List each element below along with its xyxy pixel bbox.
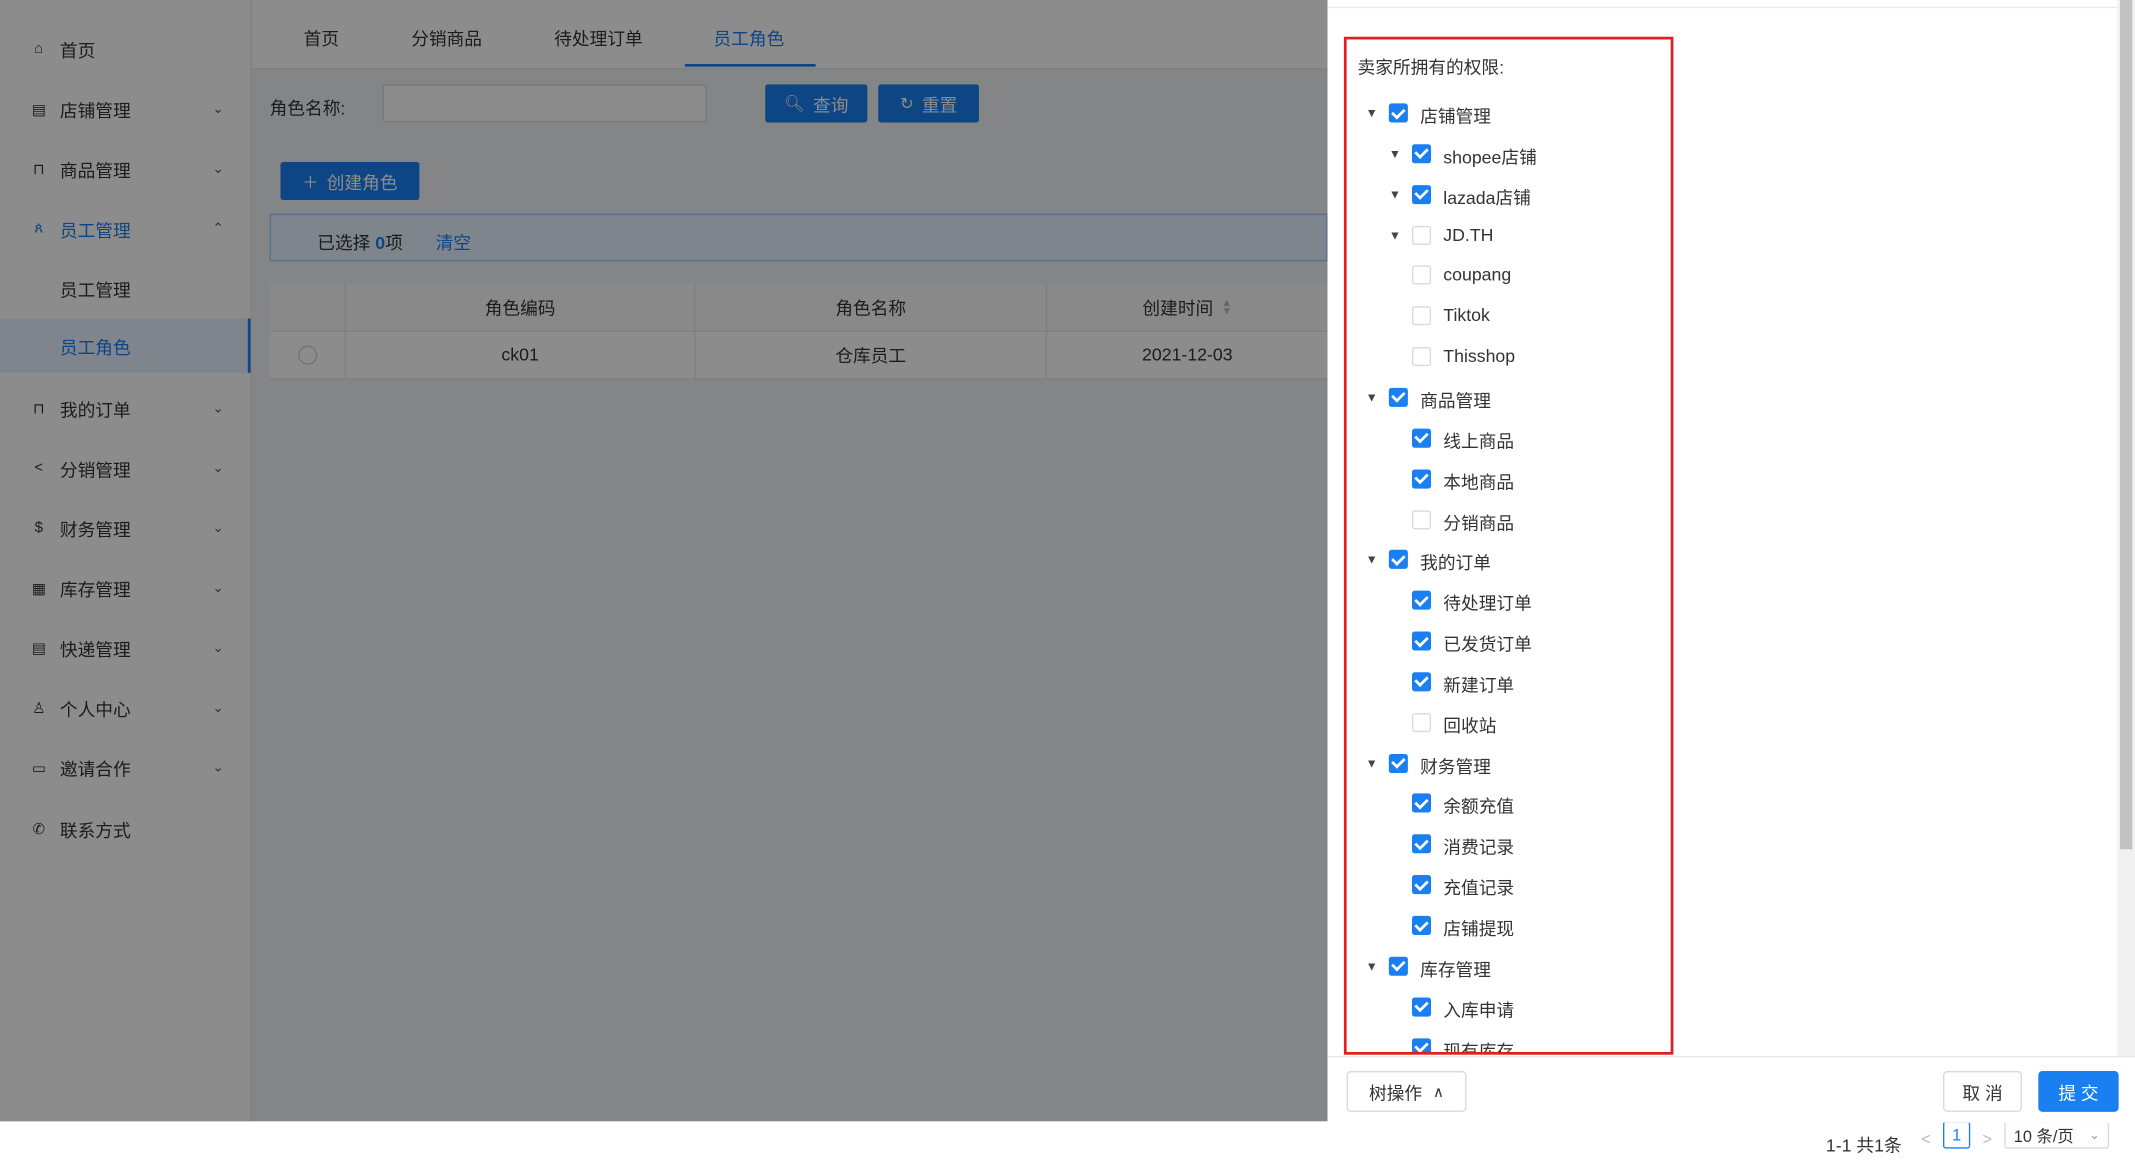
drawer-header-divider [1327,6,2119,9]
tree-node-label: 已发货订单 [1443,634,1532,655]
permission-checkbox[interactable] [1411,428,1432,448]
tree-node-label: 新建订单 [1443,674,1515,696]
tree-node-label: 消费记录 [1443,837,1515,858]
caret-down-icon[interactable]: ▼ [1366,756,1378,770]
permission-checkbox[interactable] [1388,103,1408,123]
pagination-bar: 1-1 共1条 < 1 > 10 条/页 ⌄ [251,1121,2135,1169]
pagination-total: 1-1 共1条 [1825,1134,1902,1156]
tree-node-child[interactable]: 余额充值 [1347,789,1671,819]
permission-checkbox[interactable] [1411,915,1432,935]
drawer-scrollbar[interactable] [2117,0,2135,1057]
tree-node-label: JD.TH [1443,223,1494,245]
tree-node-label: 店铺提现 [1443,918,1515,940]
permission-checkbox[interactable] [1388,956,1408,976]
tree-node-label: 现有库存 [1443,1040,1515,1055]
tree-node-label: Tiktok [1443,305,1490,326]
permission-drawer: 卖家所拥有的权限: ▼ 店铺管理 ▼ shopee店铺 ▼ lazada店铺 ▼ JD.TH c… [1327,0,2135,1123]
tree-node-child[interactable]: ▼ shopee店铺 [1347,139,1671,169]
tree-node-label: 库存管理 [1420,959,1491,980]
modal-mask[interactable] [0,0,1328,1122]
caret-down-icon[interactable]: ▼ [1366,106,1378,120]
tree-node-child[interactable]: 新建订单 [1347,667,1671,697]
permission-checkbox[interactable] [1411,875,1432,895]
tree-operation-button[interactable]: 树操作 ∧ [1346,1071,1467,1112]
permission-tree-box: 卖家所拥有的权限: ▼ 店铺管理 ▼ shopee店铺 ▼ lazada店铺 ▼ JD.TH c… [1343,36,1674,1055]
tree-node-label: Thisshop [1443,345,1516,367]
caret-down-icon[interactable]: ▼ [1389,228,1401,242]
tree-node-label: coupang [1443,264,1512,285]
tree-node-child[interactable]: ▼ lazada店铺 [1347,179,1671,209]
tree-node-child[interactable]: 已发货订单 [1347,626,1671,656]
permission-checkbox[interactable] [1411,265,1432,285]
permission-checkbox[interactable] [1388,550,1408,570]
permission-checkbox[interactable] [1411,712,1432,732]
pagination-current-page[interactable]: 1 [1943,1121,1971,1149]
tree-node-label: 余额充值 [1443,796,1515,818]
caret-down-icon[interactable]: ▼ [1389,147,1401,161]
permission-title: 卖家所拥有的权限: [1357,57,1505,78]
tree-node-child[interactable]: 店铺提现 [1347,910,1671,940]
tree-node-child[interactable]: Tiktok [1347,301,1671,331]
tree-node-parent[interactable]: ▼ 财务管理 [1347,748,1671,778]
tree-node-label: 财务管理 [1420,756,1491,777]
tree-node-child[interactable]: 回收站 [1347,707,1671,737]
tree-node-label: 待处理订单 [1443,593,1532,615]
tree-node-child[interactable]: 分销商品 [1347,504,1671,534]
tree-node-label: shopee店铺 [1443,146,1537,168]
tree-node-label: 商品管理 [1420,390,1491,411]
tree-node-child[interactable]: 线上商品 [1347,423,1671,453]
tree-node-label: 回收站 [1443,715,1497,736]
submit-button[interactable]: 提 交 [2038,1071,2119,1112]
scrollbar-thumb[interactable] [2120,0,2133,850]
tree-node-label: 本地商品 [1443,471,1515,493]
tree-node-child[interactable]: 充值记录 [1347,870,1671,900]
permission-checkbox[interactable] [1411,631,1432,651]
tree-node-parent[interactable]: ▼ 库存管理 [1347,951,1671,981]
tree-node-label: 我的订单 [1420,552,1491,574]
page-size-select[interactable]: 10 条/页 ⌄ [2004,1121,2110,1149]
tree-node-child[interactable]: 消费记录 [1347,829,1671,859]
tree-node-label: 充值记录 [1443,877,1515,899]
permission-checkbox[interactable] [1388,753,1408,773]
permission-checkbox[interactable] [1411,672,1432,692]
tree-node-child[interactable]: 现有库存 [1347,1032,1671,1055]
tree-node-label: lazada店铺 [1443,187,1531,208]
caret-down-icon[interactable]: ▼ [1389,187,1401,201]
caret-down-icon[interactable]: ▼ [1366,390,1378,404]
permission-checkbox[interactable] [1411,590,1432,610]
tree-node-child[interactable]: ▼ JD.TH [1347,220,1671,250]
tree-node-child[interactable]: 待处理订单 [1347,585,1671,615]
chevron-up-icon: ∧ [1433,1083,1445,1101]
tree-node-parent[interactable]: ▼ 店铺管理 [1347,98,1671,128]
permission-checkbox[interactable] [1411,997,1432,1017]
cancel-button[interactable]: 取 消 [1943,1071,2022,1112]
permission-checkbox[interactable] [1411,347,1432,367]
permission-checkbox[interactable] [1411,144,1432,164]
permission-checkbox[interactable] [1411,794,1432,814]
permission-checkbox[interactable] [1411,509,1432,529]
next-page-icon[interactable]: > [1982,1130,1992,1149]
tree-node-parent[interactable]: ▼ 商品管理 [1347,382,1671,412]
tree-node-child[interactable]: coupang [1347,260,1671,290]
tree-node-label: 入库申请 [1443,999,1515,1021]
caret-down-icon[interactable]: ▼ [1366,553,1378,567]
permission-checkbox[interactable] [1388,387,1408,407]
caret-down-icon[interactable]: ▼ [1366,959,1378,973]
tree-node-child[interactable]: 入库申请 [1347,992,1671,1022]
permission-checkbox[interactable] [1411,1037,1432,1052]
permission-checkbox[interactable] [1411,834,1432,854]
tree-node-label: 分销商品 [1443,512,1515,533]
tree-node-child[interactable]: 本地商品 [1347,464,1671,494]
permission-checkbox[interactable] [1411,306,1432,326]
tree-node-label: 店铺管理 [1420,106,1491,127]
permission-checkbox[interactable] [1411,184,1432,204]
tree-node-label: 线上商品 [1443,431,1515,452]
permission-checkbox[interactable] [1411,225,1432,245]
prev-page-icon[interactable]: < [1921,1130,1931,1149]
drawer-footer: 树操作 ∧ 取 消 提 交 [1327,1056,2135,1123]
tree-node-parent[interactable]: ▼ 我的订单 [1347,545,1671,575]
tree-node-child[interactable]: Thisshop [1347,342,1671,372]
permission-checkbox[interactable] [1411,469,1432,489]
chevron-down-icon: ⌄ [2089,1127,2100,1142]
